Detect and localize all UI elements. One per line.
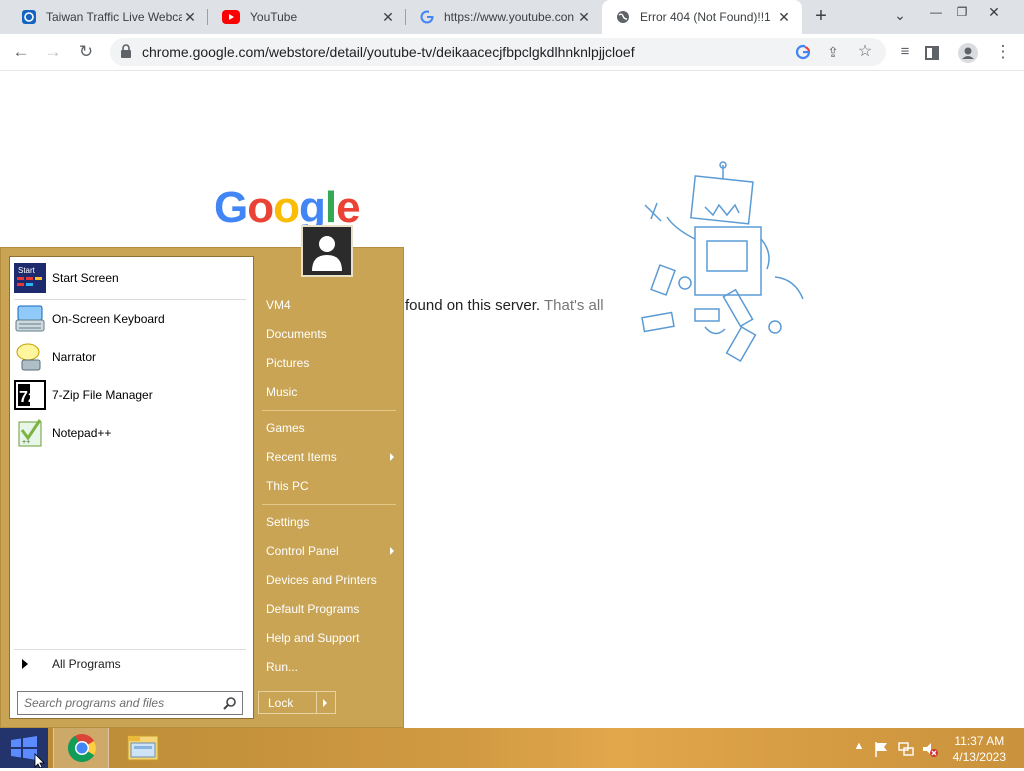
7zip-icon: 7z	[14, 380, 46, 410]
program-7zip[interactable]: 7z 7-Zip File Manager	[14, 377, 246, 413]
back-arrow-icon[interactable]: ←	[9, 40, 33, 64]
svg-text:7z: 7z	[19, 389, 36, 406]
program-narrator[interactable]: Narrator	[14, 339, 246, 375]
tab-error-404[interactable]: Error 404 (Not Found)!!1 ✕	[602, 0, 802, 34]
start-button[interactable]	[0, 728, 48, 769]
close-tab-icon[interactable]: ✕	[182, 9, 198, 26]
all-programs-button[interactable]: All Programs	[14, 653, 246, 675]
tab-taiwan-traffic[interactable]: Taiwan Traffic Live Webca ✕	[8, 0, 208, 34]
side-panel-icon[interactable]	[925, 46, 939, 60]
keyboard-icon	[15, 305, 45, 332]
start-item-help-and-support[interactable]: Help and Support	[266, 625, 396, 651]
program-start-screen[interactable]: Start Start Screen	[14, 260, 246, 296]
start-item-control-panel[interactable]: Control Panel	[266, 538, 396, 564]
start-item-devices-and-printers[interactable]: Devices and Printers	[266, 567, 396, 593]
new-tab-button[interactable]: +	[808, 5, 834, 29]
divider	[14, 649, 246, 650]
profile-avatar-icon[interactable]	[958, 43, 978, 63]
youtube-icon	[222, 10, 240, 24]
tab-title: YouTube	[250, 10, 298, 24]
start-menu-programs-panel: Start Start Screen On-Screen Keyboard Na…	[9, 256, 254, 719]
lock-button[interactable]: Lock	[258, 691, 336, 714]
taskbar: ▲ 11:37 AM 4/13/2023	[0, 728, 1024, 769]
google-translate-icon[interactable]	[792, 41, 814, 63]
clock-date: 4/13/2023	[952, 750, 1006, 764]
user-icon	[303, 227, 351, 275]
lock-icon[interactable]	[120, 44, 132, 58]
start-item-pictures[interactable]: Pictures	[266, 350, 396, 376]
tab-strip: Taiwan Traffic Live Webca ✕ YouTube ✕ ht…	[0, 0, 1024, 34]
close-tab-icon[interactable]: ✕	[380, 9, 396, 26]
notepad-plus-plus-icon: ++	[18, 419, 42, 447]
divider	[316, 692, 317, 713]
divider	[14, 299, 246, 300]
clock-time: 11:37 AM	[954, 734, 1005, 748]
start-item-default-programs[interactable]: Default Programs	[266, 596, 396, 622]
tab-search-chevron-icon[interactable]: ⌄	[884, 3, 916, 33]
program-label: Start Screen	[52, 271, 119, 285]
reload-icon[interactable]: ↻	[74, 40, 98, 64]
start-item-run[interactable]: Run...	[266, 654, 396, 680]
show-hidden-icons-icon[interactable]: ▲	[850, 740, 868, 758]
start-menu: Start Start Screen On-Screen Keyboard Na…	[0, 247, 404, 728]
start-item-settings[interactable]: Settings	[266, 509, 396, 535]
globe-icon	[617, 11, 629, 23]
submenu-arrow-icon	[390, 547, 394, 555]
taskbar-chrome[interactable]	[53, 728, 109, 768]
taskbar-file-explorer[interactable]	[115, 728, 171, 768]
close-window-button[interactable]: ✕	[978, 0, 1010, 30]
divider	[262, 410, 396, 411]
windows-logo-icon	[11, 736, 45, 769]
system-clock[interactable]: 11:37 AM 4/13/2023	[953, 733, 1006, 765]
tab-title: Error 404 (Not Found)!!1	[640, 10, 771, 24]
start-menu-places-panel: VM4 Documents Pictures Music Games Recen…	[258, 248, 403, 727]
start-item-this-pc[interactable]: This PC	[266, 473, 396, 499]
submenu-arrow-icon	[390, 453, 394, 461]
program-label: 7-Zip File Manager	[52, 388, 153, 402]
network-icon[interactable]	[897, 740, 915, 758]
program-on-screen-keyboard[interactable]: On-Screen Keyboard	[14, 301, 246, 337]
narrator-icon	[16, 343, 41, 371]
start-screen-icon: Start	[14, 263, 46, 293]
search-icon[interactable]	[223, 696, 237, 710]
browser-toolbar: ← → ↻ chrome.google.com/webstore/detail/…	[0, 34, 1024, 71]
lock-options-arrow-icon[interactable]	[323, 699, 327, 707]
start-item-recent-items[interactable]: Recent Items	[266, 444, 396, 470]
tab-youtube-url[interactable]: https://www.youtube.con ✕	[406, 0, 602, 34]
search-programs-input[interactable]: Search programs and files	[17, 691, 243, 715]
address-url[interactable]: chrome.google.com/webstore/detail/youtub…	[142, 44, 635, 60]
program-label: Narrator	[52, 350, 97, 364]
program-notepad-plus-plus[interactable]: ++ Notepad++	[14, 415, 246, 451]
forward-arrow-icon[interactable]: →	[41, 40, 65, 64]
menu-kebab-icon[interactable]: ⋮	[991, 40, 1015, 64]
address-bar[interactable]: chrome.google.com/webstore/detail/youtub…	[110, 38, 886, 66]
tab-title: Taiwan Traffic Live Webca	[46, 10, 182, 24]
share-icon[interactable]: ⇪	[822, 41, 844, 63]
restore-button[interactable]: ❐	[946, 0, 978, 30]
start-item-games[interactable]: Games	[266, 415, 396, 441]
tab-youtube[interactable]: YouTube ✕	[208, 0, 406, 34]
svg-text:++: ++	[22, 439, 30, 446]
close-tab-icon[interactable]: ✕	[776, 9, 792, 26]
program-label: Notepad++	[52, 426, 112, 440]
tab-title: https://www.youtube.con	[444, 10, 575, 24]
folder-icon	[127, 735, 159, 761]
google-g-icon	[420, 10, 434, 24]
divider	[262, 504, 396, 505]
expand-triangle-icon	[22, 659, 28, 669]
start-item-user-vm4[interactable]: VM4	[266, 292, 396, 318]
webcam-site-icon	[22, 10, 36, 24]
chrome-icon	[68, 734, 96, 762]
bookmark-star-icon[interactable]: ☆	[854, 41, 876, 63]
broken-robot-illustration	[641, 161, 804, 363]
media-queue-icon[interactable]: ≡	[893, 40, 917, 64]
svg-text:Start: Start	[18, 266, 36, 275]
start-item-documents[interactable]: Documents	[266, 321, 396, 347]
close-tab-icon[interactable]: ✕	[576, 9, 592, 26]
volume-muted-icon[interactable]	[921, 740, 939, 758]
action-center-flag-icon[interactable]	[873, 740, 891, 758]
start-item-music[interactable]: Music	[266, 379, 396, 405]
user-avatar[interactable]	[301, 225, 353, 277]
program-label: On-Screen Keyboard	[52, 312, 165, 326]
